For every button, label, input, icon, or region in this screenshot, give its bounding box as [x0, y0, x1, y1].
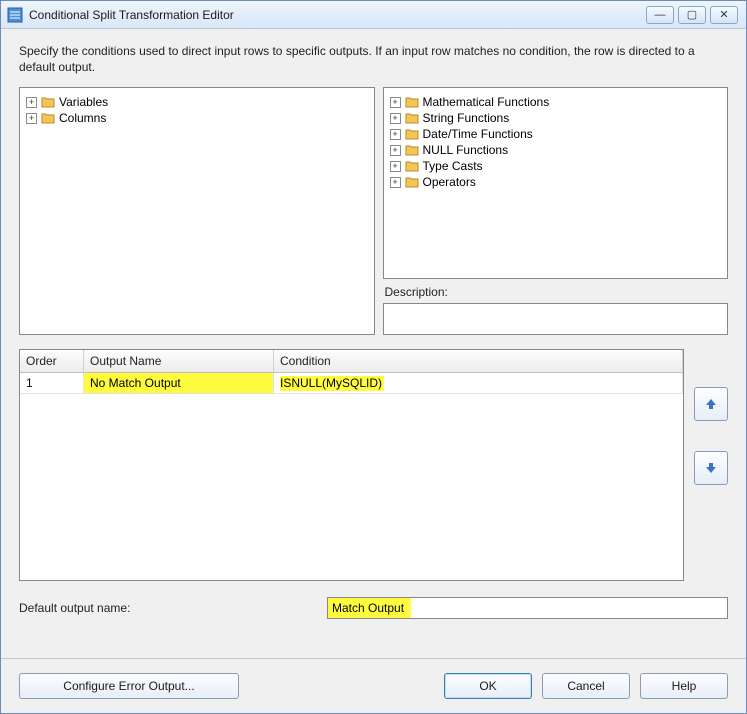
minimize-button[interactable]: — — [646, 6, 674, 24]
tree-label: Columns — [59, 111, 106, 125]
expand-icon[interactable]: + — [390, 161, 401, 172]
ok-button[interactable]: OK — [444, 673, 532, 699]
description-label: Description: — [383, 283, 729, 299]
folder-icon — [41, 96, 55, 108]
default-output-input[interactable] — [327, 597, 728, 619]
folder-icon — [405, 112, 419, 124]
expand-icon[interactable]: + — [390, 177, 401, 188]
cell-order[interactable]: 1 — [20, 373, 84, 393]
folder-icon — [405, 96, 419, 108]
reorder-buttons — [694, 349, 728, 581]
conditions-grid[interactable]: Order Output Name Condition 1 No Match O… — [19, 349, 684, 581]
tree-item-null-functions[interactable]: + NULL Functions — [388, 142, 724, 158]
col-header-order[interactable]: Order — [20, 350, 84, 372]
cell-output-name[interactable]: No Match Output — [84, 373, 274, 393]
tree-panels: + Variables + Columns + — [19, 87, 728, 335]
arrow-down-icon — [704, 461, 718, 475]
move-down-button[interactable] — [694, 451, 728, 485]
tree-item-columns[interactable]: + Columns — [24, 110, 370, 126]
close-button[interactable]: ✕ — [710, 6, 738, 24]
functions-tree[interactable]: + Mathematical Functions + String Functi… — [383, 87, 729, 279]
tree-label: Mathematical Functions — [423, 95, 550, 109]
expand-icon[interactable]: + — [26, 113, 37, 124]
col-header-condition[interactable]: Condition — [274, 350, 683, 372]
tree-item-operators[interactable]: + Operators — [388, 174, 724, 190]
conditions-area: Order Output Name Condition 1 No Match O… — [19, 349, 728, 581]
window-controls: — ▢ ✕ — [646, 6, 738, 24]
description-text: Specify the conditions used to direct in… — [19, 43, 728, 75]
folder-icon — [405, 176, 419, 188]
cell-condition[interactable]: ISNULL(MySQLID) — [274, 373, 683, 393]
titlebar[interactable]: Conditional Split Transformation Editor … — [1, 1, 746, 29]
dialog-content: Specify the conditions used to direct in… — [1, 29, 746, 658]
tree-label: Type Casts — [423, 159, 483, 173]
tree-item-type-casts[interactable]: + Type Casts — [388, 158, 724, 174]
configure-error-output-button[interactable]: Configure Error Output... — [19, 673, 239, 699]
variables-columns-tree[interactable]: + Variables + Columns — [19, 87, 375, 335]
folder-icon — [405, 144, 419, 156]
tree-label: Date/Time Functions — [423, 127, 533, 141]
tree-label: NULL Functions — [423, 143, 509, 157]
col-header-output-name[interactable]: Output Name — [84, 350, 274, 372]
expand-icon[interactable]: + — [390, 145, 401, 156]
default-output-label: Default output name: — [19, 601, 319, 615]
expand-icon[interactable]: + — [390, 97, 401, 108]
app-icon — [7, 7, 23, 23]
default-output-row: Default output name: Match Output — [19, 597, 728, 619]
tree-item-datetime-functions[interactable]: + Date/Time Functions — [388, 126, 724, 142]
move-up-button[interactable] — [694, 387, 728, 421]
tree-label: String Functions — [423, 111, 510, 125]
window-title: Conditional Split Transformation Editor — [29, 8, 646, 22]
tree-item-string-functions[interactable]: + String Functions — [388, 110, 724, 126]
arrow-up-icon — [704, 397, 718, 411]
grid-row[interactable]: 1 No Match Output ISNULL(MySQLID) — [20, 373, 683, 394]
tree-label: Operators — [423, 175, 476, 189]
grid-header: Order Output Name Condition — [20, 350, 683, 373]
cancel-button[interactable]: Cancel — [542, 673, 630, 699]
tree-item-variables[interactable]: + Variables — [24, 94, 370, 110]
expand-icon[interactable]: + — [26, 97, 37, 108]
help-button[interactable]: Help — [640, 673, 728, 699]
folder-icon — [405, 128, 419, 140]
tree-item-math-functions[interactable]: + Mathematical Functions — [388, 94, 724, 110]
folder-icon — [405, 160, 419, 172]
description-box[interactable] — [383, 303, 729, 335]
folder-icon — [41, 112, 55, 124]
maximize-button[interactable]: ▢ — [678, 6, 706, 24]
dialog-window: Conditional Split Transformation Editor … — [0, 0, 747, 714]
dialog-footer: Configure Error Output... OK Cancel Help — [1, 658, 746, 713]
expand-icon[interactable]: + — [390, 113, 401, 124]
expand-icon[interactable]: + — [390, 129, 401, 140]
functions-panel: + Mathematical Functions + String Functi… — [383, 87, 729, 335]
tree-label: Variables — [59, 95, 108, 109]
